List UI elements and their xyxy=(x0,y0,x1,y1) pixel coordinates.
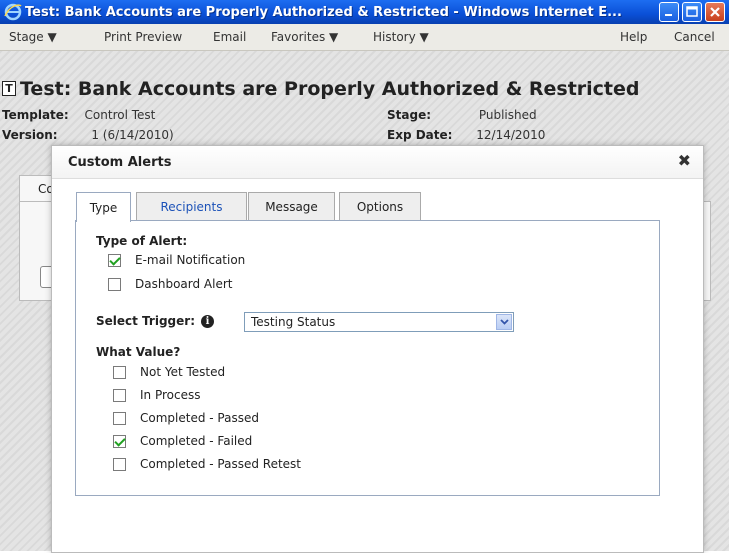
menu-cancel[interactable]: Cancel xyxy=(674,30,715,44)
dialog-close-icon[interactable]: ✖ xyxy=(678,151,691,170)
tab-message[interactable]: Message xyxy=(248,192,335,220)
select-trigger-label: Select Trigger: xyxy=(96,314,195,328)
tab-recipients[interactable]: Recipients xyxy=(136,192,247,220)
email-notification-checkbox[interactable] xyxy=(108,253,121,267)
template-value: Control Test xyxy=(84,108,156,122)
info-icon[interactable]: i xyxy=(201,314,214,328)
tab-options[interactable]: Options xyxy=(339,192,421,220)
menu-print-preview[interactable]: Print Preview xyxy=(104,30,182,44)
custom-alerts-dialog: Custom Alerts ✖ Type Recipients Message … xyxy=(51,145,704,553)
menu-email[interactable]: Email xyxy=(213,30,246,44)
exp-date-value: 12/14/2010 xyxy=(476,128,546,142)
minimize-icon xyxy=(665,14,672,16)
value-row-not-yet-tested[interactable]: Not Yet Tested xyxy=(113,365,225,379)
email-notification-label: E-mail Notification xyxy=(135,253,246,267)
page-title: Test: Bank Accounts are Properly Authori… xyxy=(20,78,640,100)
completed-passed-retest-checkbox[interactable] xyxy=(113,457,126,471)
dialog-title: Custom Alerts xyxy=(68,155,172,170)
version-label: Version: xyxy=(2,128,58,142)
completed-passed-label: Completed - Passed xyxy=(140,411,259,425)
maximize-icon xyxy=(686,6,698,17)
minimize-button[interactable] xyxy=(659,2,679,22)
close-icon xyxy=(710,7,720,17)
type-of-alert-label: Type of Alert: xyxy=(96,234,188,248)
type-tab-panel: Type of Alert: E-mail Notification Dashb… xyxy=(75,220,660,496)
completed-passed-checkbox[interactable] xyxy=(113,411,126,425)
close-window-button[interactable] xyxy=(705,2,725,22)
not-yet-tested-checkbox[interactable] xyxy=(113,365,126,379)
maximize-button[interactable] xyxy=(682,2,702,22)
stage-meta: Stage: Published xyxy=(387,108,537,122)
not-yet-tested-label: Not Yet Tested xyxy=(140,365,226,379)
window-title: Test: Bank Accounts are Properly Authori… xyxy=(25,4,622,20)
template-label: Template: xyxy=(2,108,69,122)
exp-date-meta: Exp Date: 12/14/2010 xyxy=(387,128,545,142)
version-meta: Version: 1 (6/14/2010) xyxy=(2,128,174,142)
version-value: 1 (6/14/2010) xyxy=(91,128,174,142)
value-row-completed-passed[interactable]: Completed - Passed xyxy=(113,411,259,425)
exp-date-label: Exp Date: xyxy=(387,128,453,142)
value-row-in-process[interactable]: In Process xyxy=(113,388,200,402)
dialog-header: Custom Alerts ✖ xyxy=(52,146,703,179)
alert-type-email-row[interactable]: E-mail Notification xyxy=(108,253,245,267)
chevron-down-icon[interactable] xyxy=(496,314,512,330)
menu-stage[interactable]: Stage ▼ xyxy=(9,30,57,44)
menu-bar: Stage ▼ Print Preview Email Favorites ▼ … xyxy=(0,24,729,51)
value-row-completed-passed-retest[interactable]: Completed - Passed Retest xyxy=(113,457,301,471)
template-meta: Template: Control Test xyxy=(2,108,155,122)
dashboard-alert-label: Dashboard Alert xyxy=(135,277,233,291)
select-trigger-row: Select Trigger: i xyxy=(96,314,214,328)
template-icon: T xyxy=(2,81,16,96)
trigger-select[interactable]: Testing Status xyxy=(244,312,514,332)
in-process-label: In Process xyxy=(140,388,201,402)
completed-failed-label: Completed - Failed xyxy=(140,434,253,448)
menu-help[interactable]: Help xyxy=(620,30,647,44)
dashboard-alert-checkbox[interactable] xyxy=(108,277,121,291)
stage-value: Published xyxy=(478,108,537,122)
in-process-checkbox[interactable] xyxy=(113,388,126,402)
ie-browser-icon xyxy=(4,3,22,21)
menu-favorites[interactable]: Favorites ▼ xyxy=(271,30,338,44)
tab-type[interactable]: Type xyxy=(76,192,131,222)
stage-label: Stage: xyxy=(387,108,432,122)
alert-type-dashboard-row[interactable]: Dashboard Alert xyxy=(108,277,232,291)
trigger-select-value: Testing Status xyxy=(251,315,336,329)
value-row-completed-failed[interactable]: Completed - Failed xyxy=(113,434,252,448)
window-titlebar: Test: Bank Accounts are Properly Authori… xyxy=(0,0,729,24)
completed-passed-retest-label: Completed - Passed Retest xyxy=(140,457,302,471)
what-value-label: What Value? xyxy=(96,345,181,359)
menu-history[interactable]: History ▼ xyxy=(373,30,429,44)
completed-failed-checkbox[interactable] xyxy=(113,434,126,448)
